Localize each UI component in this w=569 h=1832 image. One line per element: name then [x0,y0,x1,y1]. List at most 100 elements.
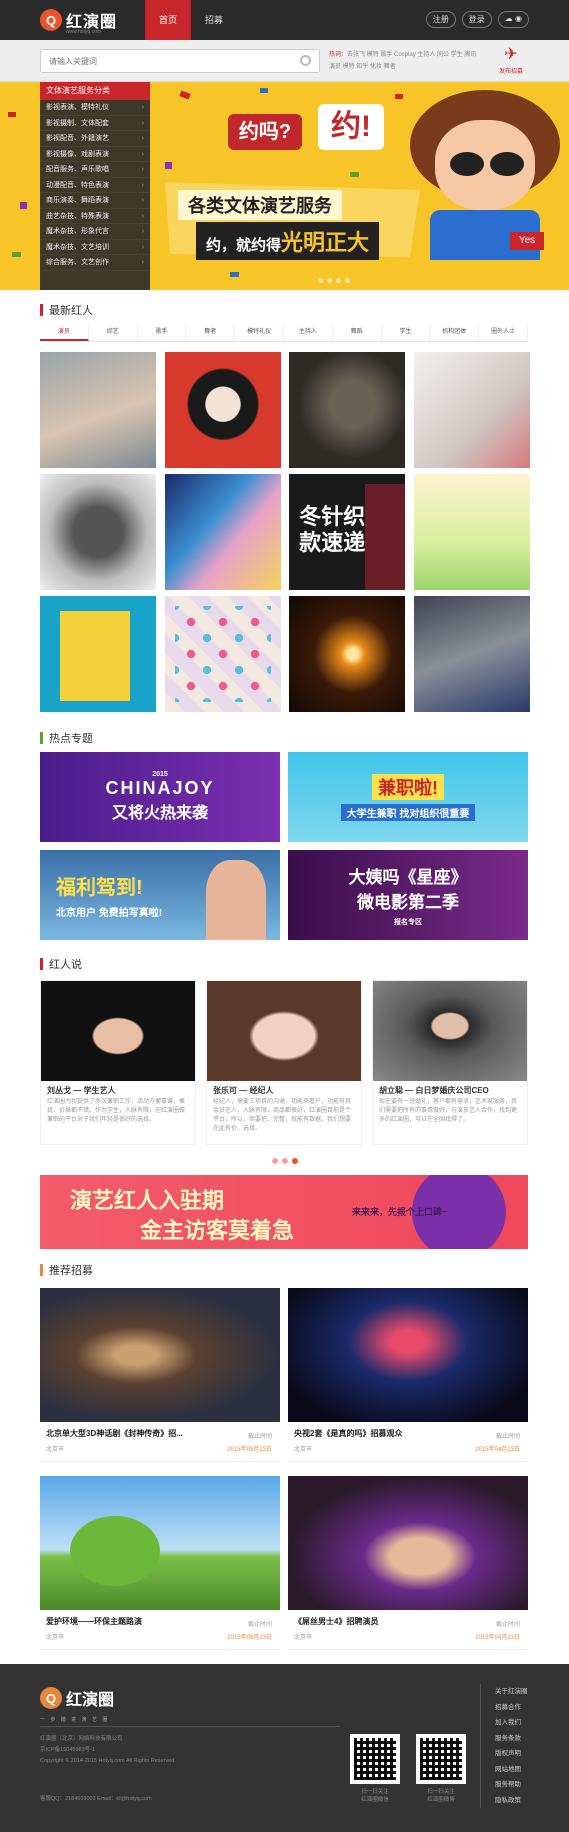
recruit-card[interactable]: 北京单大型3D神话剧《封神传奇》招... 北京市 截止时间 2015年05月23… [40,1288,280,1462]
footer-link[interactable]: 关于红演圈 [495,1684,528,1700]
tab-host[interactable]: 主持人 [284,324,333,341]
search-icon[interactable] [300,55,311,66]
footer-link[interactable]: 招募合作 [495,1700,528,1716]
social-login-icons[interactable]: ☁ ◉ [497,11,529,28]
recruit-title-text[interactable]: 爱护环境——环保主题路演 [46,1616,216,1627]
talent-photo[interactable] [413,596,530,712]
talent-photo[interactable] [289,352,406,468]
footer-link[interactable]: 隐私政策 [495,1793,528,1809]
talent-photo[interactable] [164,596,281,712]
category-item[interactable]: 魔术杂技、文艺培训 [40,240,150,255]
recruit-photo-hill [70,1516,160,1586]
nav-home[interactable]: 首页 [145,0,192,40]
testimonial-card[interactable]: 胡立聪 — 白日梦婚庆公司CEO 现在要有一班婚礼，客户都有需求，艺术家服务，我… [372,980,528,1145]
footer-slogan: 一 步 踏 进 演 艺 圈 [40,1717,110,1723]
publish-button[interactable]: ✈ 发布招募 [493,44,529,80]
pager-dot[interactable] [292,1158,298,1164]
talent-photo[interactable] [164,352,281,468]
footer-link[interactable]: 版权声明 [495,1746,528,1762]
new-talent-heading: 最新红人 [40,302,93,318]
recruit-title-text[interactable]: 央视2套《是真的吗》招募观众 [294,1428,464,1439]
login-button[interactable]: 登录 [461,11,492,28]
topic-parttime[interactable]: 兼职啦! 大学生兼职 找对组织很重要 [288,752,528,842]
recruit-grid: 北京单大型3D神话剧《封神传奇》招... 北京市 截止时间 2015年05月23… [40,1288,528,1650]
talent-photo[interactable] [40,474,156,590]
category-item[interactable]: 影视摄制、文体配套 [40,116,150,131]
testimonial-card[interactable]: 刘丛戈 — 学生艺人 红演圈为我提供了多次兼职工作，活动方便靠谱，聚拢，价格都不… [40,980,196,1145]
pager-dot[interactable] [272,1158,278,1164]
tab-outsider[interactable]: 圈外人士 [479,324,528,341]
category-item[interactable]: 配音服务、声乐歌唱 [40,162,150,178]
recruit-title-text[interactable]: 北京单大型3D神话剧《封神传奇》招... [46,1428,216,1439]
nav-recruit[interactable]: 招募 [191,0,237,40]
recruit-card[interactable]: 央视2套《是真的吗》招募观众 北京市 截止时间 2015年04月23日 [288,1288,528,1462]
category-item[interactable]: 影视摄像、戏剧表演 [40,147,150,162]
pager-dot[interactable] [318,278,323,283]
hero-banner[interactable]: 文体演艺服务分类 影视表演、模特礼仪 影视摄制、文体配套 影视配音、外籍演艺 影… [0,82,569,290]
footer-logo-mark: Q [40,1687,62,1709]
recruit-card[interactable]: 爱护环境——环保主题路演 北京市 截止时间 2015年05月23日 [40,1476,280,1650]
topic-chinajoy[interactable]: 2015 CHINAJOY 又将火热来袭 [40,752,280,842]
category-item[interactable]: 魔术杂技、形象代言 [40,224,150,240]
tab-agency[interactable]: 机构团体 [430,324,480,341]
pager-dot[interactable] [327,278,332,283]
recruit-meta: 北京单大型3D神话剧《封神传奇》招... 北京市 截止时间 2015年05月23… [40,1422,280,1462]
footer-link[interactable]: 加入我们 [495,1715,528,1731]
hot-topics-grid: 2015 CHINAJOY 又将火热来袭 兼职啦! 大学生兼职 找对组织很重要 … [40,752,528,940]
testimonial-photo [373,981,527,1081]
talent-photo[interactable]: 冬针织 款速递 [289,474,406,590]
pager-dot[interactable] [282,1158,288,1164]
banner-tagline-emphasis: 光明正大 [281,230,370,255]
site-logo[interactable]: Q 红演圈 www.hotyq.com [40,7,117,35]
category-item[interactable]: 商乐演奏、舞蹈表演 [40,193,150,209]
tab-dancer[interactable]: 舞者 [186,324,236,341]
cartoon-glasses [490,152,524,176]
register-button[interactable]: 注册 [425,11,456,28]
talent-photo[interactable] [413,352,530,468]
hot-topics-heading: 热点专题 [40,730,93,746]
deadline-label: 截止时间 [495,1434,520,1440]
tab-student[interactable]: 学生 [382,324,431,341]
tab-singer[interactable]: 歌手 [138,324,187,341]
footer-links: 关于红演圈 招募合作 加入我们 服务条款 版权声明 网站地图 服务帮助 隐私政策 [480,1684,528,1808]
talent-photo[interactable] [164,474,281,590]
tab-model[interactable]: 模特礼仪 [235,324,284,341]
recruit-card[interactable]: 《屌丝男士4》招聘演员 北京市 截止时间 2015年04月23日 [288,1476,528,1650]
category-item[interactable]: 影视表演、模特礼仪 [40,100,150,116]
talent-photo[interactable] [40,352,156,468]
footer-contact: 客服QQ：2184669003 Email：kf@hotyq.com [40,1796,152,1802]
heading-bar [40,1264,43,1276]
category-item[interactable]: 曲艺杂技、特殊表演 [40,209,150,224]
recruit-title-text[interactable]: 《屌丝男士4》招聘演员 [294,1616,464,1627]
topic-constellation[interactable]: 大姨吗《星座》 微电影第二季 报名专区 [288,850,528,940]
footer-link[interactable]: 服务条款 [495,1731,528,1747]
photo-figure [365,484,406,590]
pager-dot[interactable] [336,278,341,283]
publish-label: 发布招募 [498,69,523,75]
cartoon-glasses [450,152,484,176]
recruit-title: 推荐招募 [49,1265,93,1277]
tab-variety[interactable]: 综艺 [89,324,138,341]
topic-welfare[interactable]: 福利驾到! 北京用户 免费拍写真啦! [40,850,280,940]
top-header: Q 红演圈 www.hotyq.com 首页 招募 注册 登录 ☁ ◉ [0,0,569,40]
category-item[interactable]: 影视配音、外籍演艺 [40,131,150,147]
footer-logo[interactable]: Q 红演圈 [40,1686,114,1710]
recruit-meta: 央视2套《是真的吗》招募观众 北京市 截止时间 2015年04月23日 [288,1422,528,1462]
recruit-date: 2015年05月23日 [227,1447,272,1453]
footer-link[interactable]: 服务帮助 [495,1777,528,1793]
category-item[interactable]: 综合服务、文艺创作 [40,255,150,271]
recruit-photo [288,1476,528,1610]
talent-photo[interactable] [289,596,406,712]
category-item[interactable]: 动漫配音、特色表演 [40,178,150,193]
footer-link[interactable]: 网站地图 [495,1762,528,1778]
testimonial-card[interactable]: 张乐可 — 经纪人 经纪人，需要三项目的沟通，功能来看户，功能有其会员艺人，人脉… [206,980,362,1145]
main-nav: 首页 招募 [145,0,237,40]
hot-words-list[interactable]: 去张飞 模特 歌手 Cosplay 主持人 同公 学生 腾讯演员 模特 知乎 化… [329,52,476,70]
talent-photo[interactable] [40,596,156,712]
tab-dance[interactable]: 舞蹈 [333,324,382,341]
tab-actor[interactable]: 演员 [40,324,89,341]
pager-dot[interactable] [345,278,350,283]
promo-banner[interactable]: 演艺红人入驻期 金主访客莫着急 来来来，先报个上口碑~ [40,1175,528,1249]
search-input[interactable] [41,50,281,72]
talent-photo[interactable] [413,474,530,590]
